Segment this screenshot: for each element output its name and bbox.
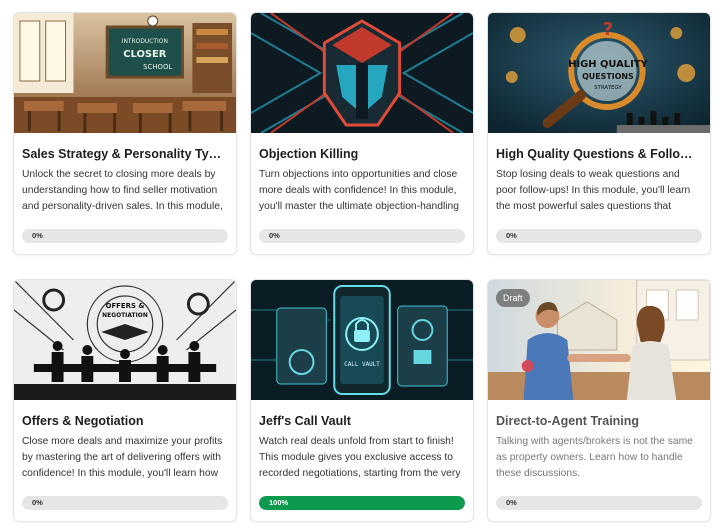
progress-bar: 0% [496, 229, 702, 243]
module-description: Unlock the secret to closing more deals … [22, 169, 223, 212]
module-grid: INTRODUCTION CLOSER SCHOOL Sales Strateg… [13, 12, 711, 522]
module-thumbnail-helmet[interactable] [251, 13, 473, 133]
progress-bar: 0% [496, 496, 702, 510]
thumbnail-text: HIGH QUALITY [568, 59, 648, 70]
progress-bar: 100% [259, 496, 465, 510]
thumbnail-text: NEGOTIATION [102, 312, 148, 319]
progress-label: 0% [506, 231, 517, 240]
module-card[interactable]: INTRODUCTION CLOSER SCHOOL Sales Strateg… [13, 12, 237, 255]
draft-badge: Draft [496, 289, 530, 307]
svg-text:?: ? [603, 19, 613, 40]
module-card[interactable]: OFFERS & NEGOTIATION Offers & Negotiatio… [13, 279, 237, 522]
module-thumbnail-classroom[interactable]: INTRODUCTION CLOSER SCHOOL [14, 13, 236, 133]
module-title[interactable]: High Quality Questions & Following [496, 147, 702, 161]
module-card[interactable]: Draft Direct-to-Agent Training Talking w… [487, 279, 711, 522]
thumbnail-text: SCHOOL [143, 63, 172, 71]
progress-label: 0% [32, 498, 43, 507]
module-description: Watch real deals unfold from start to fi… [259, 436, 461, 479]
module-description: Turn objections into opportunities and c… [259, 169, 460, 212]
progress-label: 0% [506, 498, 517, 507]
thumbnail-text: INTRODUCTION [122, 38, 168, 45]
module-title[interactable]: Objection Killing [259, 147, 465, 161]
progress-label: 100% [269, 498, 289, 507]
thumbnail-text: CLOSER [123, 49, 166, 60]
module-title[interactable]: Direct-to-Agent Training [496, 414, 702, 428]
progress-bar: 0% [259, 229, 465, 243]
thumbnail-text: STRATEGY [594, 85, 622, 91]
thumbnail-text: OFFERS & [106, 302, 145, 310]
module-card[interactable]: CALL VAULT Jeff's Call Vault Watch real … [250, 279, 474, 522]
module-description: Close more deals and maximize your profi… [22, 436, 223, 479]
module-card[interactable]: Objection Killing Turn objections into o… [250, 12, 474, 255]
module-title[interactable]: Offers & Negotiation [22, 414, 228, 428]
module-description: Talking with agents/brokers is not the s… [496, 436, 693, 479]
progress-fill [259, 496, 465, 510]
module-thumbnail-call-vault[interactable]: CALL VAULT [251, 280, 473, 400]
module-thumbnail-agents[interactable]: Draft [488, 280, 710, 400]
progress-label: 0% [269, 231, 280, 240]
module-thumbnail-questions[interactable]: ? HIGH QUALITY QUESTIONS STRATEGY [488, 13, 710, 133]
thumbnail-text: QUESTIONS [582, 72, 634, 81]
module-thumbnail-negotiation[interactable]: OFFERS & NEGOTIATION [14, 280, 236, 400]
progress-bar: 0% [22, 496, 228, 510]
module-description: Stop losing deals to weak questions and … [496, 169, 691, 212]
module-card[interactable]: ? HIGH QUALITY QUESTIONS STRATEGY High Q… [487, 12, 711, 255]
progress-bar: 0% [22, 229, 228, 243]
module-title[interactable]: Sales Strategy & Personality Types [22, 147, 228, 161]
progress-label: 0% [32, 231, 43, 240]
module-title[interactable]: Jeff's Call Vault [259, 414, 465, 428]
thumbnail-text: CALL VAULT [344, 361, 380, 368]
